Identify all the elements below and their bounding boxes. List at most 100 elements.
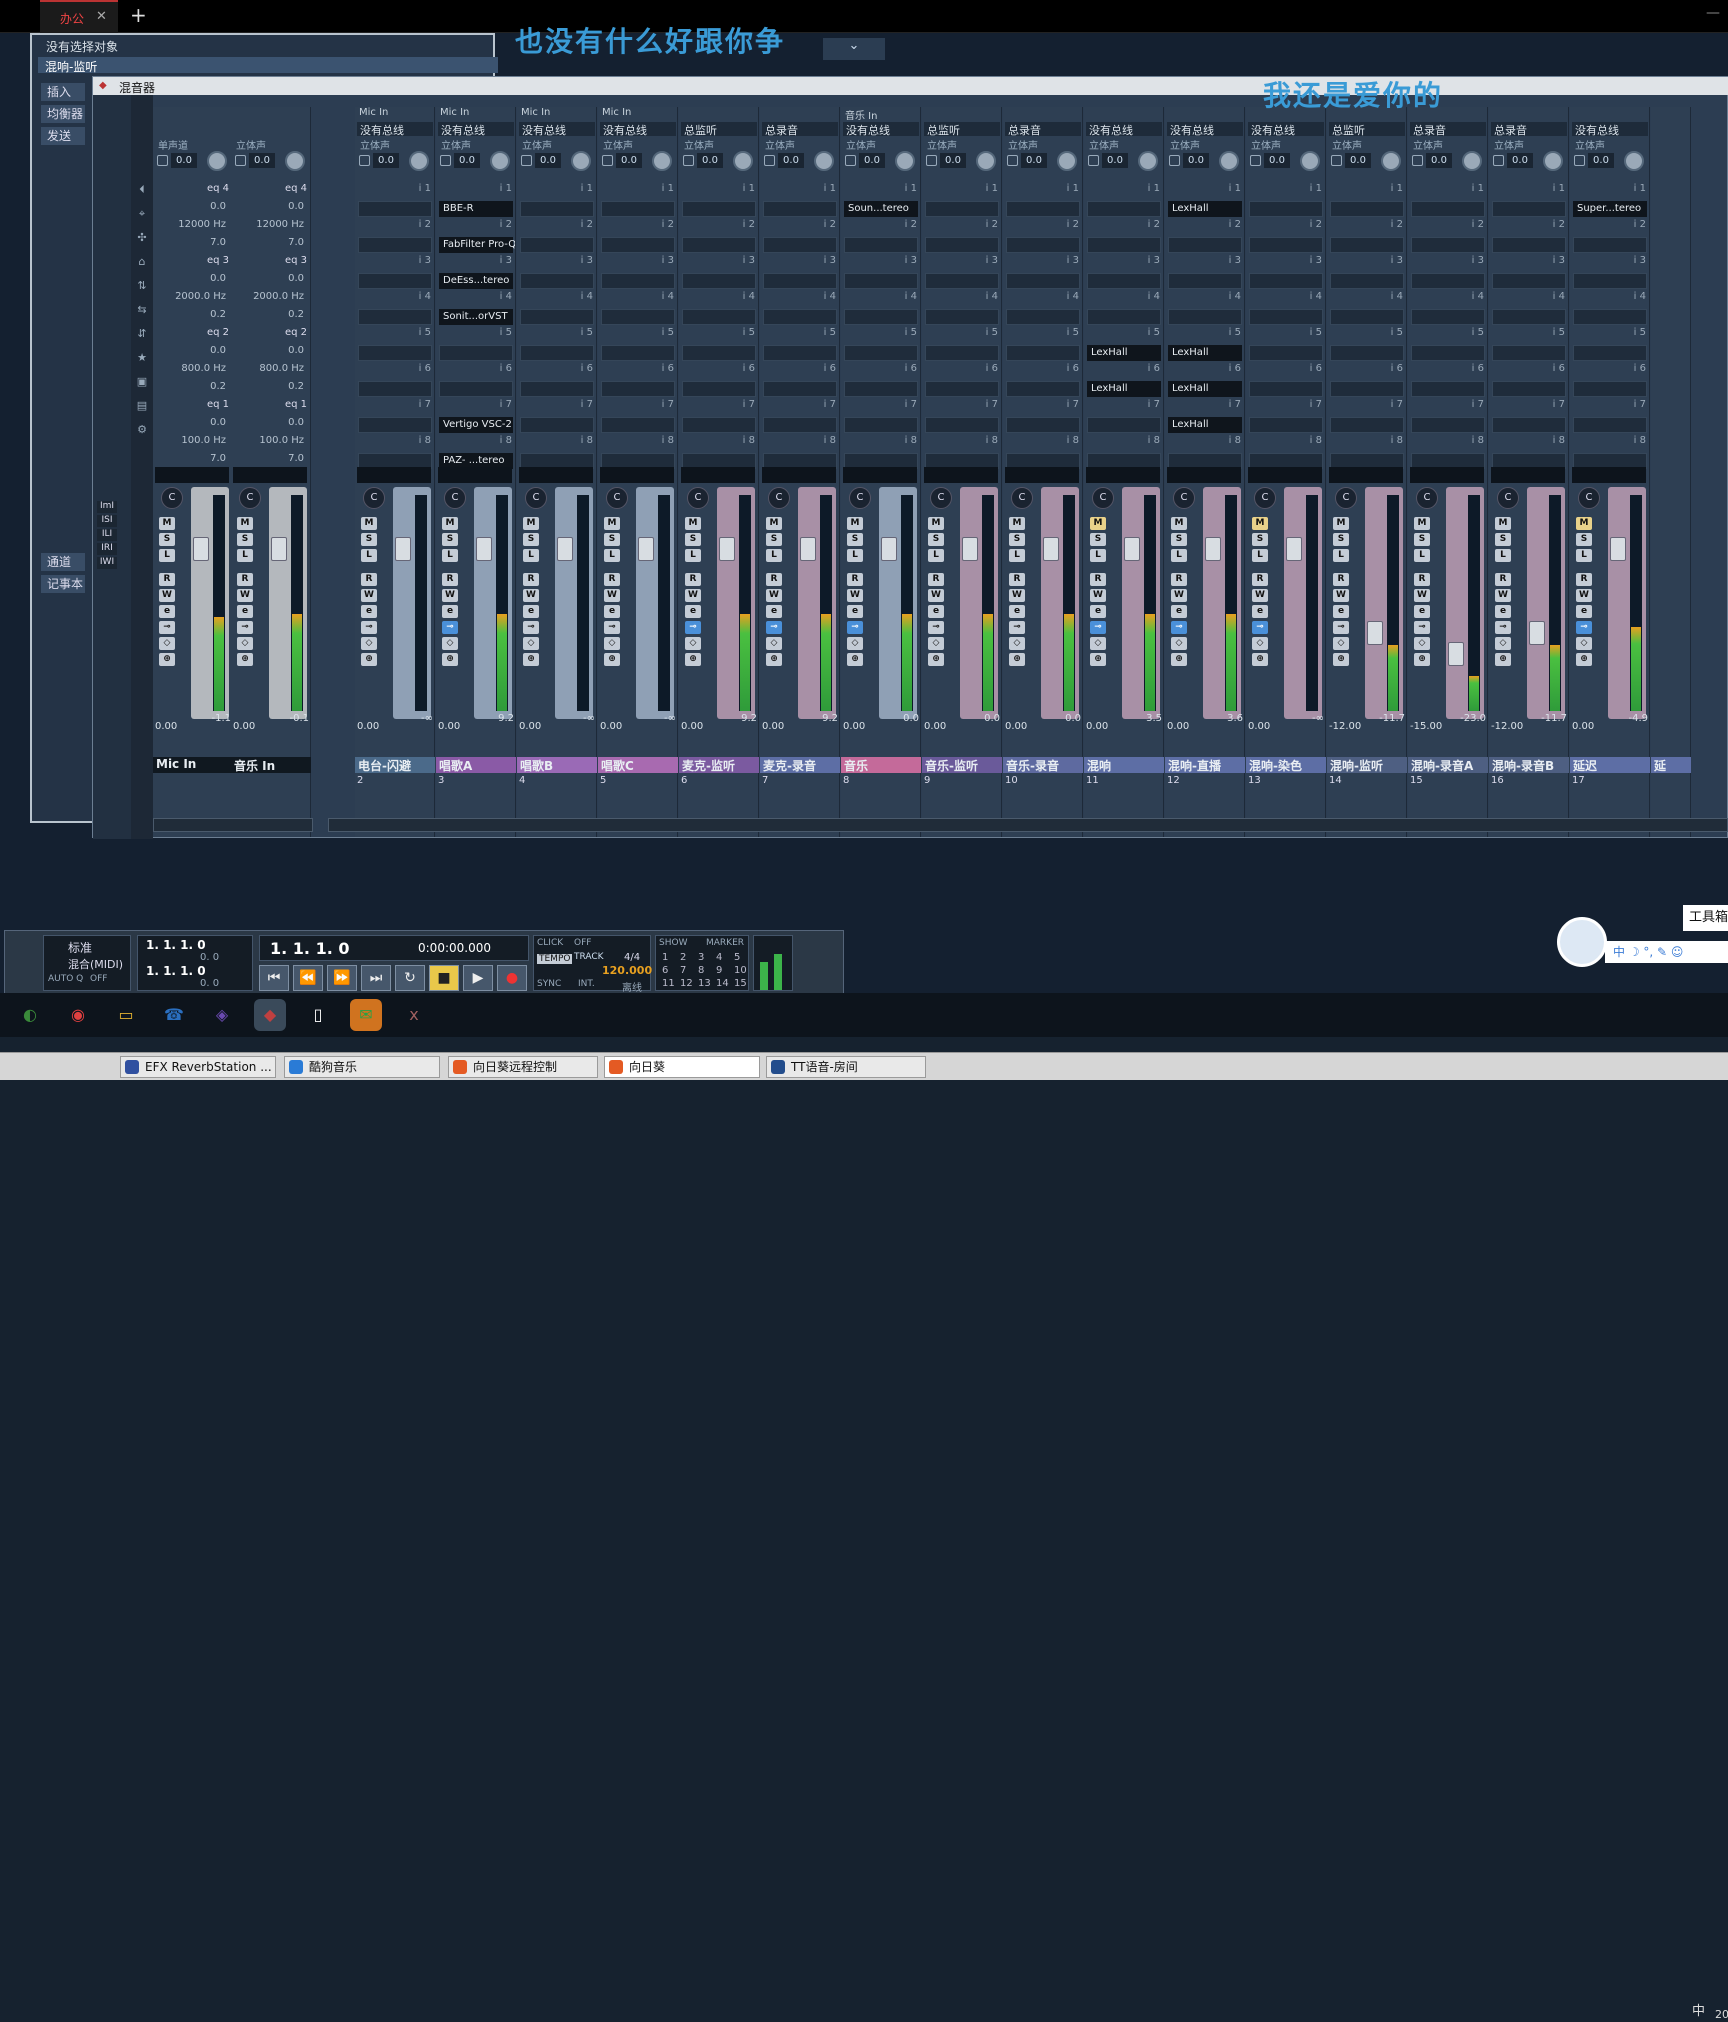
- edit-icon[interactable]: e: [237, 605, 253, 618]
- insert-slot[interactable]: [520, 417, 594, 433]
- button-w[interactable]: W: [1576, 589, 1592, 602]
- remote-task[interactable]: EFX ReverbStation ...: [120, 1056, 276, 1078]
- button-r[interactable]: R: [685, 573, 701, 586]
- insert-slot[interactable]: [1249, 237, 1323, 253]
- eq-bypass-icon[interactable]: ⊕: [1252, 653, 1268, 666]
- insert-slot[interactable]: [925, 381, 999, 397]
- sends-icon[interactable]: ◇: [928, 637, 944, 650]
- gain-knob[interactable]: [895, 151, 915, 171]
- insert-slot[interactable]: [1411, 237, 1485, 253]
- mixer-tool-icon[interactable]: ⇆: [134, 303, 150, 317]
- button-m[interactable]: M: [685, 517, 701, 530]
- fader-handle[interactable]: [1367, 621, 1383, 645]
- insert-slot[interactable]: [1006, 345, 1080, 361]
- button-w[interactable]: W: [159, 589, 175, 602]
- pan-knob[interactable]: C: [1173, 487, 1195, 509]
- mixer-tool-icon[interactable]: ⚙: [134, 423, 150, 437]
- gain-knob[interactable]: [1381, 151, 1401, 171]
- insert-slot[interactable]: [1006, 417, 1080, 433]
- edit-icon[interactable]: e: [766, 605, 782, 618]
- channel-name[interactable]: 混响-染色: [1246, 757, 1326, 773]
- phase-icon[interactable]: [359, 155, 370, 166]
- pan-knob[interactable]: C: [1335, 487, 1357, 509]
- marker-number[interactable]: 3: [698, 952, 704, 963]
- mixer-view-tab[interactable]: ImI: [97, 501, 117, 513]
- explorer-icon[interactable]: ▭: [110, 999, 142, 1031]
- gain-value[interactable]: 0.0: [859, 153, 885, 168]
- eq-value[interactable]: 0.0: [288, 345, 304, 356]
- eq-value[interactable]: 0.0: [210, 201, 226, 212]
- fader-track[interactable]: [636, 487, 674, 719]
- channel-output[interactable]: 没有总线: [1248, 122, 1324, 136]
- marker-number[interactable]: 6: [662, 965, 668, 976]
- insert-slot-plugin[interactable]: LexHall: [1168, 381, 1242, 397]
- insert-slot[interactable]: [1168, 237, 1242, 253]
- gain-knob[interactable]: [571, 151, 591, 171]
- show-label[interactable]: SHOW: [659, 938, 687, 948]
- button-s[interactable]: S: [159, 533, 175, 546]
- button-r[interactable]: R: [1576, 573, 1592, 586]
- sends-icon[interactable]: ◇: [1576, 637, 1592, 650]
- insert-slot[interactable]: [1573, 309, 1647, 325]
- gain-knob[interactable]: [1462, 151, 1482, 171]
- button-w[interactable]: W: [604, 589, 620, 602]
- volume-value[interactable]: -12.00: [1491, 721, 1525, 735]
- channel-input[interactable]: Mic In: [602, 107, 674, 121]
- insert-slot[interactable]: [358, 345, 432, 361]
- inspector-channel-row[interactable]: 混响-监听: [38, 57, 498, 74]
- eq-value[interactable]: 0.0: [288, 417, 304, 428]
- insert-slot[interactable]: [1330, 417, 1404, 433]
- button-l[interactable]: L: [685, 549, 701, 562]
- insert-slot[interactable]: [439, 345, 513, 361]
- eq-value[interactable]: 0.0: [210, 417, 226, 428]
- eq-bypass-icon[interactable]: ⊕: [1576, 653, 1592, 666]
- ime-toolbar[interactable]: 中 ☽ °, ✎ ☺: [1605, 941, 1728, 963]
- volume-value[interactable]: 0.00: [762, 721, 796, 735]
- gain-value[interactable]: 0.0: [1264, 153, 1290, 168]
- insert-bypass-icon[interactable]: ⊸: [1090, 621, 1106, 634]
- marker-number[interactable]: 11: [662, 978, 675, 989]
- right-locator[interactable]: 1. 1. 1. 0: [146, 964, 206, 978]
- marker-number[interactable]: 10: [734, 965, 747, 976]
- sends-icon[interactable]: ◇: [442, 637, 458, 650]
- insert-slot[interactable]: [1006, 237, 1080, 253]
- insert-slot[interactable]: [1249, 273, 1323, 289]
- button-s[interactable]: S: [361, 533, 377, 546]
- insert-slot[interactable]: [925, 237, 999, 253]
- mixer-tool-icon[interactable]: ▣: [134, 375, 150, 389]
- fader-track[interactable]: [1446, 487, 1484, 719]
- eq-value[interactable]: 0.0: [210, 345, 226, 356]
- insert-slot[interactable]: [682, 381, 756, 397]
- eq-value[interactable]: 0.0: [288, 273, 304, 284]
- remote-task[interactable]: 向日葵远程控制: [448, 1056, 598, 1078]
- sends-icon[interactable]: ◇: [604, 637, 620, 650]
- phase-icon[interactable]: [602, 155, 613, 166]
- channel-name[interactable]: 唱歌C: [598, 757, 678, 773]
- button-s[interactable]: S: [237, 533, 253, 546]
- insert-slot[interactable]: [358, 237, 432, 253]
- eq-bypass-icon[interactable]: ⊕: [847, 653, 863, 666]
- eq-bypass-icon[interactable]: ⊕: [1009, 653, 1025, 666]
- remote-task[interactable]: 酷狗音乐: [284, 1056, 440, 1078]
- button-s[interactable]: S: [1495, 533, 1511, 546]
- button-r[interactable]: R: [159, 573, 175, 586]
- channel-output[interactable]: 总录音: [762, 122, 838, 136]
- mixer-tool-icon[interactable]: ⏴: [134, 183, 150, 197]
- lyrics-dropdown-button[interactable]: ⌄: [823, 38, 885, 60]
- button-r[interactable]: R: [442, 573, 458, 586]
- button-r[interactable]: R: [766, 573, 782, 586]
- insert-slot[interactable]: [682, 345, 756, 361]
- button-r[interactable]: R: [1171, 573, 1187, 586]
- button-l[interactable]: L: [237, 549, 253, 562]
- eq-bypass-icon[interactable]: ⊕: [604, 653, 620, 666]
- gain-knob[interactable]: [490, 151, 510, 171]
- gain-value[interactable]: 0.0: [1102, 153, 1128, 168]
- sends-icon[interactable]: ◇: [1414, 637, 1430, 650]
- insert-slot-plugin[interactable]: Vertigo VSC-2: [439, 417, 513, 433]
- eq-bypass-icon[interactable]: ⊕: [1333, 653, 1349, 666]
- transport-button[interactable]: ⏩: [327, 965, 357, 991]
- button-r[interactable]: R: [1252, 573, 1268, 586]
- insert-bypass-icon[interactable]: ⊸: [1414, 621, 1430, 634]
- insert-slot[interactable]: [1249, 381, 1323, 397]
- gain-value[interactable]: 0.0: [1183, 153, 1209, 168]
